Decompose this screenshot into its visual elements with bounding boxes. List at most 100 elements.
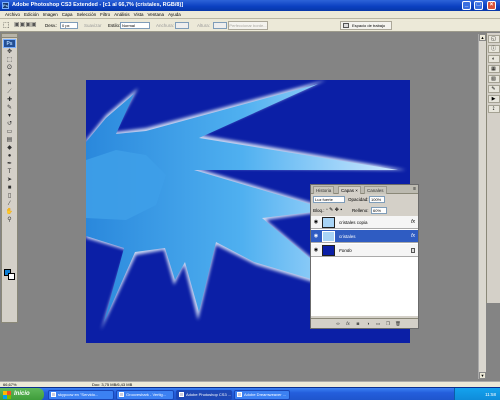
menu-bar: Archivo Edición Imagen Capa Selección Filtro A… (0, 11, 500, 19)
workspace-button[interactable]: Espacio de trabajo (340, 21, 392, 30)
feather-input[interactable]: 0 px (60, 22, 78, 29)
tab-historia[interactable]: Historia (313, 186, 335, 194)
lock-icon (411, 248, 415, 253)
menu-archivo[interactable]: Archivo (3, 11, 22, 19)
history-brush-icon[interactable]: ↺ (2, 120, 17, 128)
taskbar-item-photoshop[interactable]: Adobe Photoshop CS3 ... (176, 390, 232, 400)
photoshop-icon (179, 392, 184, 397)
dock-brushes-icon[interactable]: ✎ (487, 85, 500, 93)
layer-row[interactable]: ◉ Fondo (311, 244, 418, 257)
tab-canales[interactable]: Canales (364, 186, 387, 194)
taskbar-item-dreamweaver[interactable]: Adobe Dreamweaver ... (234, 390, 290, 400)
type-tool-icon[interactable]: T (2, 168, 17, 176)
fill-input[interactable]: 60% (371, 207, 387, 214)
menu-capa[interactable]: Capa (60, 11, 75, 19)
brush-tool-icon[interactable]: ✎ (2, 104, 17, 112)
link-layers-icon[interactable]: ∞ (335, 321, 341, 327)
toolbox-grip[interactable] (2, 34, 17, 38)
slice-tool-icon[interactable]: ⟋ (2, 88, 17, 96)
width-input[interactable] (175, 22, 189, 29)
menu-ventana[interactable]: Ventana (146, 11, 167, 19)
pen-tool-icon[interactable]: ✒ (2, 160, 17, 168)
layer-row[interactable]: ◉ cristales copia fx (311, 216, 418, 229)
app-icon: Ps (2, 2, 9, 9)
taskbar-item-skype[interactable]: skypcow en "Servido... (48, 390, 114, 400)
dock-actions-icon[interactable]: ▶ (487, 95, 500, 103)
stamp-tool-icon[interactable]: ▾ (2, 112, 17, 120)
layer-fx-badge[interactable]: fx (411, 230, 415, 243)
scroll-down-icon[interactable]: ▼ (479, 372, 486, 379)
visibility-eye-icon[interactable]: ◉ (313, 219, 319, 225)
dock-styles-icon[interactable]: ▧ (487, 75, 500, 83)
dock-navigator-icon[interactable]: ◱ (487, 35, 500, 43)
eraser-tool-icon[interactable]: ▭ (2, 128, 17, 136)
close-button[interactable]: × (487, 1, 496, 10)
path-select-tool-icon[interactable]: ➤ (2, 176, 17, 184)
marquee-tool-icon[interactable]: ⬚ (2, 56, 17, 64)
dodge-tool-icon[interactable]: ● (2, 152, 17, 160)
layer-fx-badge[interactable]: fx (411, 216, 415, 229)
quick-select-tool-icon[interactable]: ✦ (2, 72, 17, 80)
taskbar-item-grooveshark[interactable]: Grooveshark - Vertig... (116, 390, 174, 400)
style-label: Estilo: (108, 23, 121, 28)
marquee-preset-icon[interactable]: ⬚ (3, 19, 10, 32)
lock-row: Bloq.: ▫ ✎ ✥ ▪ Relleno: 60% (311, 205, 418, 216)
start-button[interactable]: Inicio (0, 388, 44, 400)
skype-icon (51, 392, 56, 397)
refine-edge-button[interactable]: Perfeccionar borde... (228, 21, 268, 30)
workspace-label: Espacio de trabajo (352, 23, 386, 28)
layer-row-selected[interactable]: ◉ cristales fx (311, 230, 418, 243)
vertical-scrollbar[interactable]: ▲ ▼ (478, 34, 486, 379)
window-title: Adobe Photoshop CS3 Extended - [c1 al 66… (12, 2, 184, 8)
maximize-button[interactable]: □ (474, 1, 483, 10)
feather-label: Desv.: (45, 23, 58, 28)
clock[interactable]: 11:58 (485, 392, 496, 397)
zoom-tool-icon[interactable]: ⚲ (2, 216, 17, 224)
task-label: skypcow en "Servido... (58, 392, 99, 397)
background-color-swatch[interactable] (8, 273, 15, 280)
trash-icon[interactable]: 🗑 (395, 321, 401, 327)
panel-menu-icon[interactable]: ≡ (413, 186, 416, 192)
blend-mode-select[interactable]: Luz fuerte (313, 196, 345, 203)
lock-icons[interactable]: ▫ ✎ ✥ ▪ (326, 205, 342, 216)
visibility-eye-icon[interactable]: ◉ (313, 233, 319, 239)
adjustment-icon[interactable]: ◑ (365, 321, 371, 327)
move-tool-icon[interactable]: ✥ (2, 48, 17, 56)
tab-capas[interactable]: Capas × (338, 186, 361, 194)
smooth-checkbox-label[interactable]: Suavizar (84, 19, 102, 32)
blur-tool-icon[interactable]: ◆ (2, 144, 17, 152)
hand-tool-icon[interactable]: ✋ (2, 208, 17, 216)
dock-swatches-icon[interactable]: ▦ (487, 65, 500, 73)
new-layer-icon[interactable]: ❐ (385, 321, 391, 327)
healing-brush-icon[interactable]: ✚ (2, 96, 17, 104)
mask-icon[interactable]: ◙ (355, 321, 361, 327)
group-icon[interactable]: ▭ (375, 321, 381, 327)
menu-seleccion[interactable]: Selección (75, 11, 99, 19)
layer-name: Fondo (339, 248, 352, 253)
menu-filtro[interactable]: Filtro (98, 11, 112, 19)
style-select[interactable]: Normal (120, 22, 150, 29)
visibility-eye-icon[interactable]: ◉ (313, 247, 319, 253)
gradient-tool-icon[interactable]: ▤ (2, 136, 17, 144)
menu-analisis[interactable]: Análisis (112, 11, 132, 19)
shape-tool-icon[interactable]: ■ (2, 184, 17, 192)
height-input[interactable] (213, 22, 227, 29)
minimize-button[interactable]: _ (462, 1, 471, 10)
dock-color-icon[interactable]: ◐ (487, 55, 500, 63)
dock-info-icon[interactable]: ⓘ (487, 45, 500, 53)
fx-icon[interactable]: fx (345, 321, 351, 327)
selection-mode-icons[interactable]: ▣▣▣▣ (14, 19, 37, 32)
crop-tool-icon[interactable]: ⌗ (2, 80, 17, 88)
opacity-input[interactable]: 100% (369, 196, 385, 203)
menu-ayuda[interactable]: Ayuda (166, 11, 183, 19)
dock-paths-icon[interactable]: ⟟ (487, 105, 500, 113)
tool-list: ✥ ⬚ ʘ ✦ ⌗ ⟋ ✚ ✎ ▾ ↺ ▭ ▤ ◆ ● ✒ T ➤ ■ ▯ ⁄ ✋ ⚲ (2, 48, 17, 224)
menu-imagen[interactable]: Imagen (41, 11, 60, 19)
scroll-up-icon[interactable]: ▲ (479, 34, 486, 41)
eyedropper-tool-icon[interactable]: ⁄ (2, 200, 17, 208)
notes-tool-icon[interactable]: ▯ (2, 192, 17, 200)
menu-vista[interactable]: Vista (132, 11, 146, 19)
browser-icon (119, 392, 124, 397)
lasso-tool-icon[interactable]: ʘ (2, 64, 17, 72)
menu-edicion[interactable]: Edición (22, 11, 41, 19)
